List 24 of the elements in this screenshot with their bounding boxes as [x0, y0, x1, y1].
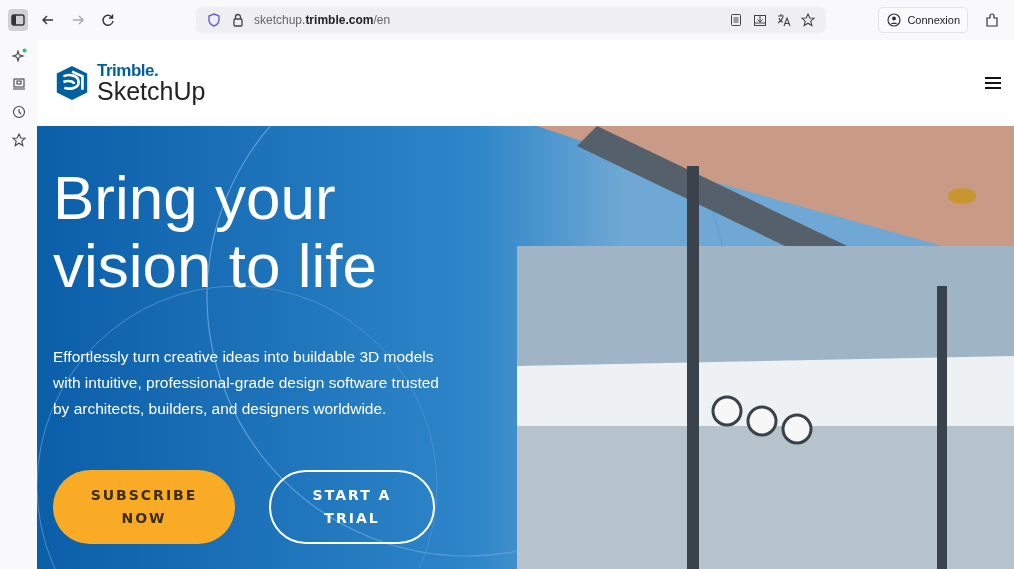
star-icon[interactable] [800, 12, 816, 28]
download-icon[interactable] [752, 12, 768, 28]
logo-brand-text[interactable]: Trimble. [97, 62, 206, 79]
account-icon [886, 12, 903, 28]
subscribe-button[interactable]: SUBSCRIBE NOW [53, 470, 235, 544]
clock-icon[interactable] [10, 104, 27, 120]
menu-icon[interactable] [984, 76, 1002, 90]
trial-button[interactable]: START A TRIAL [269, 470, 435, 544]
reader-view-icon[interactable] [728, 12, 744, 28]
sign-in-button[interactable]: Connexion [878, 7, 968, 33]
extensions-icon[interactable] [984, 12, 1000, 28]
hero-title: Bring your vision to life [53, 164, 378, 300]
sparkle-icon[interactable] [10, 48, 27, 64]
address-bar[interactable]: sketchup.trimble.com/en [196, 7, 826, 33]
logo-product-text[interactable]: SketchUp [97, 79, 206, 104]
shield-icon[interactable] [206, 12, 222, 28]
star-icon[interactable] [10, 132, 27, 148]
reload-icon[interactable] [100, 12, 116, 28]
save-icon[interactable] [10, 76, 27, 92]
lock-icon [230, 12, 246, 28]
hero-description: Effortlessly turn creative ideas into buildable 3D models with intuitive, professional-grade design software trusted by architects, builders, and designers worldwide. [53, 347, 440, 419]
translate-icon[interactable] [776, 12, 792, 28]
url-text[interactable]: sketchup.trimble.com/en [254, 13, 391, 27]
sidebar-toggle-button[interactable] [8, 9, 28, 31]
